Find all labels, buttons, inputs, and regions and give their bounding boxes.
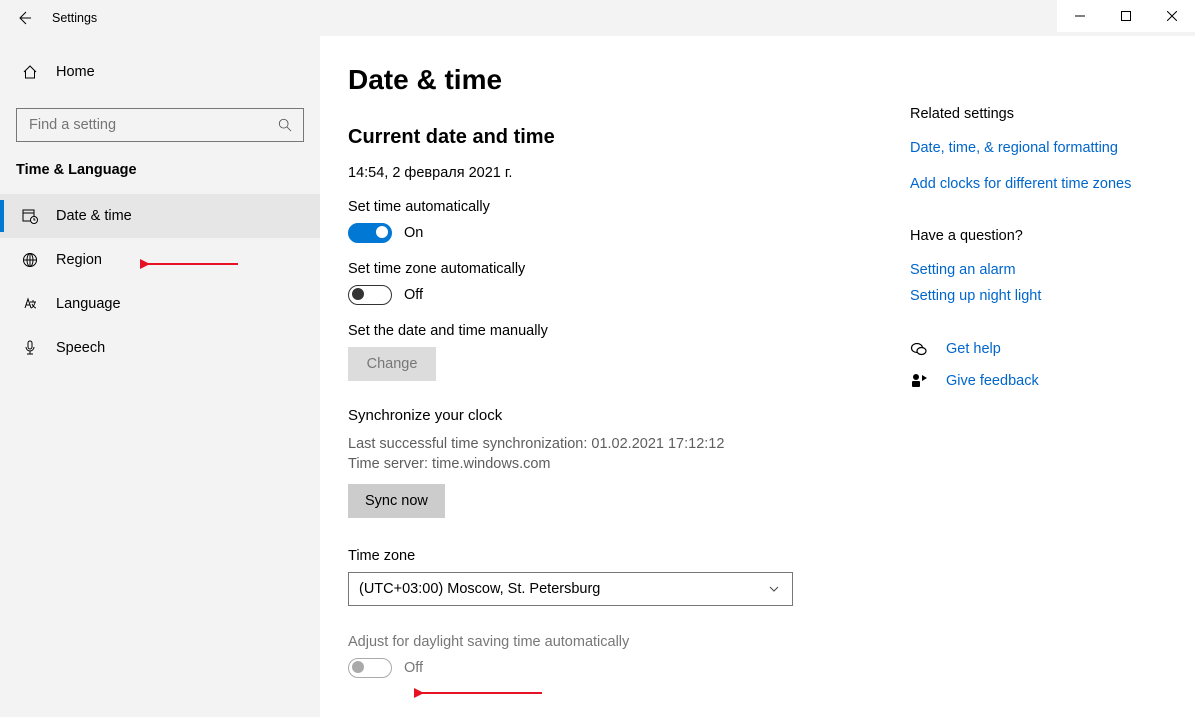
maximize-button[interactable] [1103,0,1149,32]
section-current-title: Current date and time [348,126,882,149]
arrow-left-icon [16,10,32,26]
timezone-select[interactable]: (UTC+03:00) Moscow, St. Petersburg [348,572,793,606]
sidebar-home[interactable]: Home [0,50,320,94]
sidebar-item-language[interactable]: Language [0,282,320,326]
sidebar-item-label: Region [56,252,102,268]
sidebar-item-label: Language [56,296,121,312]
get-help-row[interactable]: Get help [910,340,1171,358]
sidebar-home-label: Home [56,64,95,80]
dst-label: Adjust for daylight saving time automati… [348,634,882,650]
link-give-feedback[interactable]: Give feedback [946,373,1039,389]
chevron-down-icon [766,581,782,597]
search-input[interactable] [16,108,304,142]
sidebar: Home Time & Language [0,36,320,717]
sidebar-item-label: Date & time [56,208,132,224]
minimize-button[interactable] [1057,0,1103,32]
feedback-icon [910,372,928,390]
sidebar-item-speech[interactable]: Speech [0,326,320,370]
language-icon [22,296,38,312]
link-setting-alarm[interactable]: Setting an alarm [910,262,1171,278]
globe-icon [22,252,38,268]
change-button[interactable]: Change [348,347,436,381]
home-icon [22,64,38,80]
close-button[interactable] [1149,0,1195,32]
sync-server: Time server: time.windows.com [348,454,882,474]
sidebar-item-date-time[interactable]: Date & time [0,194,320,238]
have-a-question-heading: Have a question? [910,228,1171,244]
set-time-auto-state: On [404,225,423,241]
link-get-help[interactable]: Get help [946,341,1001,357]
give-feedback-row[interactable]: Give feedback [910,372,1171,390]
sync-last: Last successful time synchronization: 01… [348,434,882,454]
dst-toggle [348,658,392,678]
link-night-light[interactable]: Setting up night light [910,288,1171,304]
set-time-auto-label: Set time automatically [348,199,882,215]
set-tz-auto-toggle[interactable] [348,285,392,305]
back-button[interactable] [0,0,48,36]
set-tz-auto-state: Off [404,287,423,303]
sidebar-item-region[interactable]: Region [0,238,320,282]
link-date-time-regional[interactable]: Date, time, & regional formatting [910,140,1171,156]
current-datetime-value: 14:54, 2 февраля 2021 г. [348,165,882,181]
search-icon [277,117,293,133]
set-time-auto-toggle[interactable] [348,223,392,243]
calendar-clock-icon [22,208,38,224]
set-tz-auto-label: Set time zone automatically [348,261,882,277]
help-icon [910,340,928,358]
set-manual-label: Set the date and time manually [348,323,882,339]
related-settings-heading: Related settings [910,106,1171,122]
microphone-icon [22,340,38,356]
sync-now-button[interactable]: Sync now [348,484,445,518]
search-field[interactable] [27,116,277,134]
sidebar-item-label: Speech [56,340,105,356]
tz-label: Time zone [348,548,882,564]
settings-content: Date & time Current date and time 14:54,… [320,36,910,717]
sync-heading: Synchronize your clock [348,407,882,424]
window-title: Settings [48,11,97,25]
timezone-value: (UTC+03:00) Moscow, St. Petersburg [359,581,600,597]
titlebar: Settings [0,0,1195,36]
page-title: Date & time [348,64,882,96]
link-add-clocks[interactable]: Add clocks for different time zones [910,176,1171,192]
right-rail: Related settings Date, time, & regional … [910,36,1195,717]
dst-state: Off [404,660,423,676]
sidebar-category: Time & Language [0,150,320,180]
annotation-arrow-icon [414,686,544,700]
